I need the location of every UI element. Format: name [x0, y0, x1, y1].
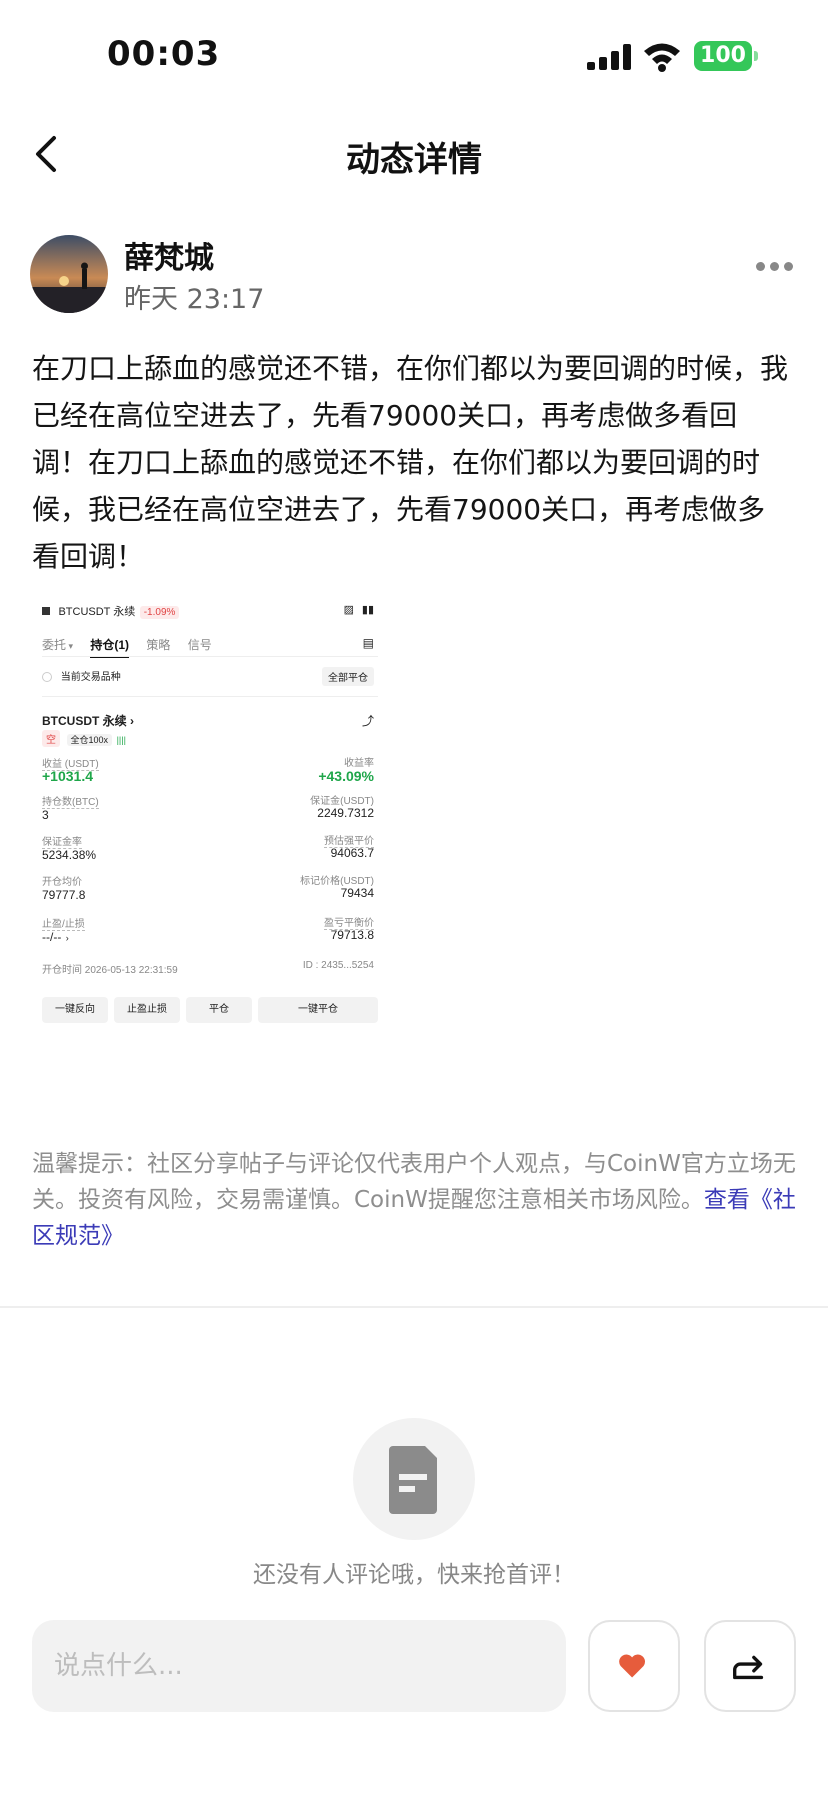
- cellular-signal-icon: [587, 44, 631, 70]
- close-all-button[interactable]: 全部平仓: [322, 667, 374, 686]
- entry-value: 79777.8: [42, 888, 86, 902]
- page-title: 动态详情: [346, 140, 482, 180]
- position-id: ID : 2435...5254: [302, 960, 374, 971]
- more-options-icon[interactable]: [756, 262, 796, 274]
- tpsl-value[interactable]: --/--: [42, 930, 61, 944]
- share-button[interactable]: [704, 1620, 796, 1712]
- like-button[interactable]: [588, 1620, 680, 1712]
- status-time: 00:03: [107, 34, 221, 74]
- comment-input[interactable]: [32, 1620, 566, 1712]
- margin-mode-badge: 全仓100x: [66, 734, 113, 746]
- size-value: 3: [42, 808, 49, 822]
- side-badge: 空: [42, 730, 60, 747]
- margin-value: 2249.7312: [317, 806, 374, 820]
- battery-icon: 100: [694, 41, 758, 71]
- tab-orders[interactable]: 委托: [42, 638, 66, 652]
- reverse-button[interactable]: 一键反向: [42, 997, 108, 1023]
- post-image[interactable]: BTCUSDT 永续 -1.09% ▨ ▮▮ 委托 ▾ 持仓(1) 策略 信号 …: [36, 592, 386, 1038]
- empty-comments-text: 还没有人评论哦，快来抢首评！: [253, 1562, 575, 1588]
- post-text: 在刀口上舔血的感觉还不错，在你们都以为要回调的时候，我已经在高位空进去了，先看7…: [32, 352, 789, 573]
- share-icon[interactable]: ⤴: [362, 712, 374, 729]
- author-name[interactable]: 薛梵城: [124, 233, 214, 277]
- filter-label: 当前交易品种: [60, 672, 121, 683]
- post-time: 昨天 23:17: [124, 284, 265, 315]
- pnl-value: +1031.4: [42, 768, 93, 784]
- roe-value: +43.09%: [318, 768, 374, 784]
- open-time: 开仓时间 2026-05-13 22:31:59: [42, 965, 178, 976]
- chart-icon: ▨: [343, 604, 354, 616]
- share-icon: [733, 1655, 764, 1680]
- empty-comment-icon: [353, 1418, 475, 1540]
- risk-bars-icon: ||||: [116, 735, 126, 745]
- tab-strategy[interactable]: 策略: [146, 638, 170, 652]
- tab-signal[interactable]: 信号: [188, 638, 212, 652]
- divider: [0, 1306, 828, 1308]
- tpsl-button[interactable]: 止盈止损: [114, 997, 180, 1023]
- breakeven-value: 79713.8: [330, 928, 374, 942]
- tab-positions[interactable]: 持仓(1): [90, 638, 130, 658]
- notice-text: 温馨提示：社区分享帖子与评论仅代表用户个人观点，与CoinW官方立场无关。投资有…: [32, 1151, 796, 1213]
- roe-label: 收益率: [344, 758, 374, 769]
- close-all-position-button[interactable]: 一键平仓: [258, 997, 378, 1023]
- close-position-button[interactable]: 平仓: [186, 997, 252, 1023]
- document-icon: ▤: [362, 636, 374, 650]
- risk-notice: 温馨提示：社区分享帖子与评论仅代表用户个人观点，与CoinW官方立场无关。投资有…: [32, 1146, 802, 1254]
- candle-icon: ▮▮: [361, 604, 374, 616]
- mark-value: 79434: [340, 886, 374, 900]
- liq-value: 94063.7: [330, 846, 374, 860]
- change-badge: -1.09%: [139, 606, 180, 619]
- margin-ratio-value: 5234.38%: [42, 848, 97, 862]
- coin-icon: [42, 607, 50, 615]
- position-symbol[interactable]: BTCUSDT 永续: [42, 714, 127, 728]
- heart-icon: [619, 1654, 645, 1678]
- card-symbol-header: BTCUSDT 永续: [58, 606, 136, 618]
- filter-checkbox[interactable]: [42, 672, 52, 683]
- mark-label: 标记价格(USDT): [300, 876, 374, 887]
- wifi-icon: [644, 43, 680, 72]
- status-bar: 00:03 100: [0, 0, 828, 110]
- nav-bar: 动态详情: [0, 110, 828, 200]
- avatar[interactable]: [30, 235, 108, 313]
- margin-label: 保证金(USDT): [310, 796, 374, 807]
